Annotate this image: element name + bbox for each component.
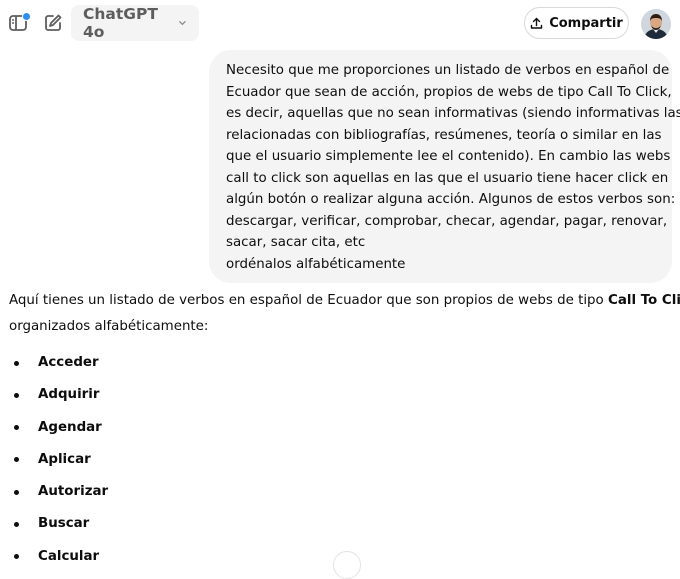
assistant-intro-line: Aquí tienes un listado de verbos en espa… [9, 288, 680, 314]
bullet-icon [14, 521, 19, 527]
sidebar-toggle-button[interactable] [4, 9, 32, 37]
verb-label: Aplicar [38, 451, 91, 467]
user-message-line: Ecuador que sean de acción, propios de w… [226, 84, 672, 100]
list-item: Autorizar [9, 476, 671, 508]
list-item: Acceder [9, 347, 671, 379]
share-upload-icon [531, 17, 543, 29]
notification-dot [22, 12, 31, 21]
list-item: Agendar [9, 412, 671, 444]
intro-text: Aquí tienes un listado de verbos en espa… [9, 293, 608, 308]
model-label: ChatGPT 4o [83, 5, 158, 41]
user-message-line: descargar, verificar, comprobar, checar,… [226, 213, 668, 229]
assistant-intro-line-2: organizados alfabéticamente: [9, 319, 209, 334]
new-chat-button[interactable] [39, 9, 67, 37]
bullet-icon [14, 425, 19, 431]
list-item: Buscar [9, 508, 671, 540]
user-message-line: que el usuario simplemente lee el conten… [226, 149, 671, 164]
user-message-line: relacionadas con bibliografías, resúmene… [226, 127, 662, 143]
scroll-down-button[interactable] [333, 551, 361, 579]
verb-label: Autorizar [38, 484, 109, 500]
verb-list: Acceder Adquirir Agendar Aplicar Autoriz… [9, 347, 671, 573]
new-chat-edit-icon [45, 14, 62, 31]
user-message-line: sacar, sacar cita, etc [226, 235, 366, 250]
user-avatar-image [641, 9, 671, 39]
user-message-bubble: Necesito que me proporciones un listado … [209, 50, 680, 283]
user-message-line: ordénalos alfabéticamente [226, 256, 406, 272]
user-message-line: es decir, aquellas que no sean informati… [226, 106, 680, 121]
user-message-line: Necesito que me proporciones un listado … [226, 63, 670, 78]
share-label: Compartir [549, 15, 623, 31]
model-selector[interactable]: ChatGPT 4o [71, 5, 199, 41]
share-button[interactable]: Compartir [524, 7, 629, 39]
verb-label: Adquirir [38, 387, 100, 403]
bullet-icon [14, 360, 19, 366]
verb-label: Acceder [38, 355, 99, 370]
assistant-message: Aquí tienes un listado de verbos en espa… [9, 288, 680, 573]
verb-label: Calcular [38, 548, 100, 564]
bullet-icon [14, 457, 19, 463]
list-item: Adquirir [9, 379, 671, 411]
verb-label: Agendar [38, 419, 102, 435]
intro-bold-term: Call To Click [608, 293, 680, 308]
list-item: Aplicar [9, 444, 671, 476]
chevron-down-icon [179, 21, 186, 26]
user-avatar[interactable] [641, 9, 671, 39]
verb-label: Buscar [38, 516, 90, 532]
user-message-line: algún botón o realizar alguna acción. Al… [226, 192, 676, 207]
user-message-line: call to click son aquellas en las que el… [226, 170, 669, 186]
bullet-icon [14, 392, 19, 398]
top-bar: ChatGPT 4o Compartir [0, 0, 680, 46]
bullet-icon [14, 489, 19, 495]
